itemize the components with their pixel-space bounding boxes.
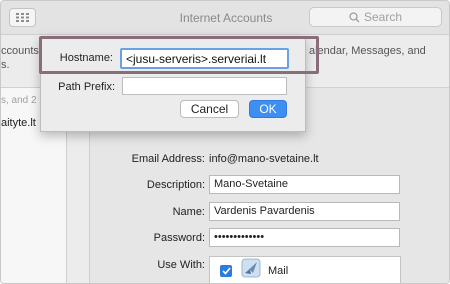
name-label: Name:	[172, 206, 205, 218]
search-icon	[349, 11, 360, 22]
hostname-field[interactable]: <jusu-serveris>.serveriai.lt	[120, 48, 289, 69]
hostname-label: Hostname:	[59, 52, 113, 64]
title-bar: Internet Accounts Search	[1, 1, 449, 35]
cancel-button[interactable]: Cancel	[180, 100, 239, 118]
password-label: Password:	[153, 232, 205, 244]
description-text-left: ccounts	[1, 45, 39, 57]
search-placeholder: Search	[363, 10, 403, 24]
email-address-value: info@mano-svetaine.lt	[209, 153, 319, 165]
use-with-list	[209, 256, 401, 283]
ok-button[interactable]: OK	[249, 100, 287, 118]
description-field[interactable]: Mano-Svetaine	[209, 175, 400, 194]
checkmark-icon	[221, 267, 231, 275]
internet-accounts-window: Internet Accounts Search ccounts s. alen…	[0, 0, 450, 284]
description-label: Description:	[146, 179, 205, 191]
description-text-right: alendar, Messages, and	[309, 45, 426, 57]
path-prefix-field[interactable]	[122, 77, 287, 95]
description-text-left-2: s.	[1, 59, 10, 71]
use-with-label: Use With:	[157, 259, 205, 271]
name-field[interactable]: Vardenis Pavardenis	[209, 202, 400, 221]
email-address-label: Email Address:	[131, 153, 205, 165]
sidebar-item-account[interactable]: aityte.lt	[1, 117, 36, 129]
mail-app-icon	[241, 258, 261, 278]
path-prefix-label: Path Prefix:	[58, 81, 115, 93]
search-input[interactable]: Search	[309, 7, 442, 27]
password-field[interactable]: •••••••••••••	[209, 228, 400, 247]
mail-label: Mail	[268, 265, 289, 277]
mail-checkbox[interactable]	[220, 265, 232, 277]
